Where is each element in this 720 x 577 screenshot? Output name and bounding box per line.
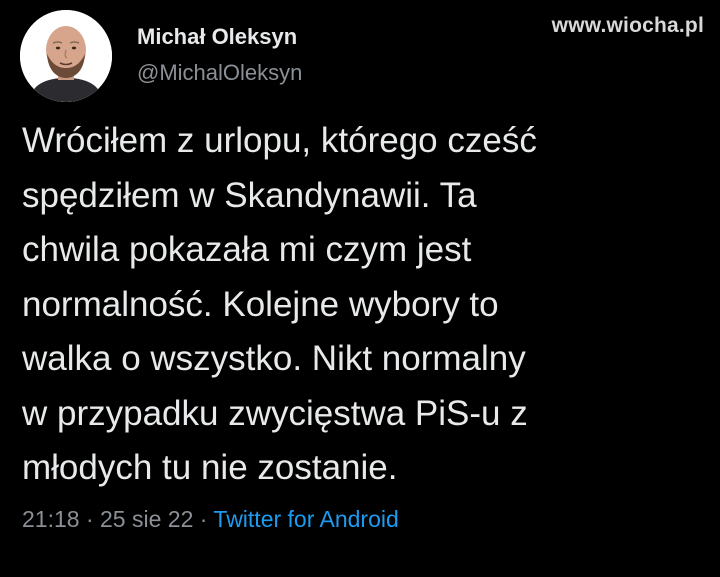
user-avatar-photo-icon — [20, 10, 112, 102]
author-display-name[interactable]: Michał Oleksyn — [137, 22, 302, 52]
meta-separator: · — [199, 505, 208, 532]
tweet-text-line: Wróciłem z urlopu, którego cześć — [22, 121, 537, 160]
tweet-text-line: normalność. Kolejne wybory to — [22, 284, 499, 324]
tweet-text-line: walka o wszystko. Nikt normalny — [22, 339, 526, 378]
tweet-card: Michał Oleksyn @MichalOleksyn Wróciłem z… — [20, 10, 700, 536]
tweet-source-link[interactable]: Twitter for Android — [213, 506, 398, 532]
tweet-text-line: młodych tu nie zostanie. — [22, 448, 398, 487]
tweet-meta: 21:18 · 25 sie 22 · Twitter for Android — [22, 502, 700, 536]
avatar[interactable] — [20, 10, 112, 102]
meta-separator: · — [85, 505, 94, 532]
tweet-text: Wróciłem z urlopu, którego cześć spędził… — [22, 114, 702, 496]
tweet-time[interactable]: 21:18 — [22, 506, 80, 532]
tweet-date[interactable]: 25 sie 22 — [100, 506, 193, 532]
tweet-text-line: chwila pokazała mi czym jest — [22, 230, 472, 269]
tweet-text-line: w przypadku zwycięstwa PiS-u z — [22, 393, 528, 433]
tweet-header: Michał Oleksyn @MichalOleksyn — [20, 10, 700, 102]
author-names: Michał Oleksyn @MichalOleksyn — [137, 22, 302, 88]
author-handle[interactable]: @MichalOleksyn — [137, 58, 302, 88]
tweet-text-line: spędziłem w Skandynawii. Ta — [22, 175, 477, 215]
